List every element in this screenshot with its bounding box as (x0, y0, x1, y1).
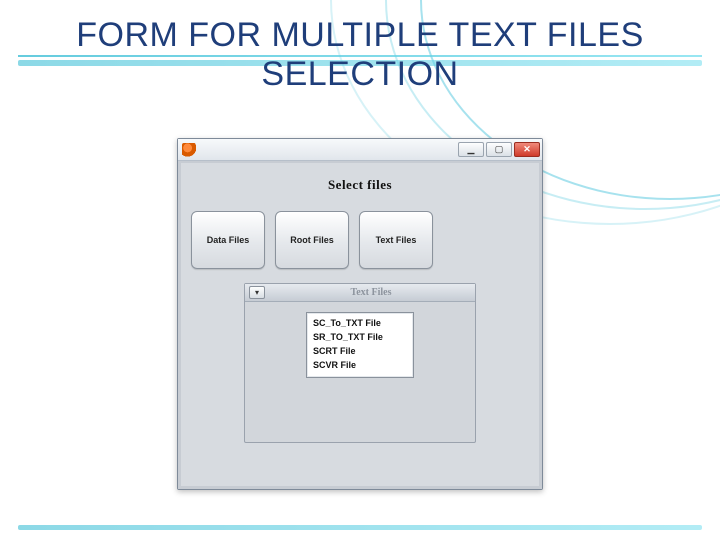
file-list[interactable]: SC_To_TXT File SR_TO_TXT File SCRT File … (306, 312, 414, 378)
close-button[interactable]: ✕ (514, 142, 540, 157)
minimize-icon: ▁ (468, 144, 475, 155)
app-window: ▁ ▢ ✕ Select files Data Files Root Files… (177, 138, 543, 490)
maximize-icon: ▢ (495, 144, 504, 155)
slide-title: FORM FOR MULTIPLE TEXT FILES SELECTION (0, 16, 720, 94)
text-files-button[interactable]: Text Files (359, 211, 433, 269)
file-type-button-row: Data Files Root Files Text Files (191, 211, 529, 269)
window-controls: ▁ ▢ ✕ (458, 142, 540, 157)
list-item[interactable]: SC_To_TXT File (313, 317, 407, 331)
list-item[interactable]: SCVR File (313, 359, 407, 373)
data-files-button[interactable]: Data Files (191, 211, 265, 269)
minimize-button[interactable]: ▁ (458, 142, 484, 157)
java-icon (182, 143, 196, 157)
chevron-down-icon: ▾ (255, 288, 259, 297)
maximize-button[interactable]: ▢ (486, 142, 512, 157)
window-titlebar[interactable]: ▁ ▢ ✕ (178, 139, 542, 161)
panel-menu-button[interactable]: ▾ (249, 286, 265, 299)
list-item[interactable]: SCRT File (313, 345, 407, 359)
panel-body: SC_To_TXT File SR_TO_TXT File SCRT File … (245, 302, 475, 442)
panel-titlebar[interactable]: ▾ Text Files (245, 284, 475, 302)
text-files-panel: ▾ Text Files SC_To_TXT File SR_TO_TXT Fi… (244, 283, 476, 443)
decorative-rule (18, 525, 702, 530)
panel-title: Text Files (271, 287, 471, 298)
form-heading: Select files (191, 177, 529, 193)
list-item[interactable]: SR_TO_TXT File (313, 331, 407, 345)
root-files-button[interactable]: Root Files (275, 211, 349, 269)
close-icon: ✕ (523, 144, 531, 155)
window-client-area: Select files Data Files Root Files Text … (178, 161, 542, 489)
